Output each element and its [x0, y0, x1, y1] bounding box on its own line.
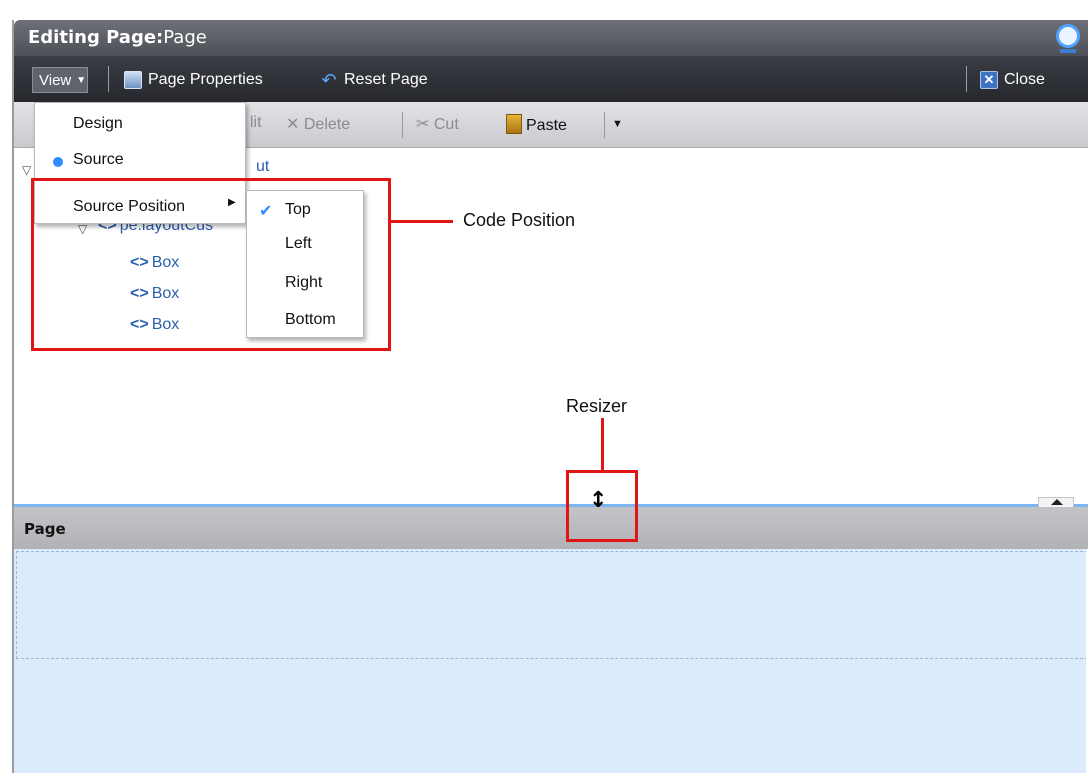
- page-panel-title: Page: [24, 520, 66, 538]
- delete-button[interactable]: ✕ Delete: [286, 114, 350, 134]
- reset-page-label: Reset Page: [344, 71, 428, 88]
- page-drop-zone[interactable]: [16, 551, 1088, 659]
- reset-icon: ↶: [321, 70, 337, 90]
- menu-item-design[interactable]: Design: [73, 115, 123, 133]
- tree-collapse-icon[interactable]: ▽: [22, 163, 31, 177]
- page-properties-button[interactable]: Page Properties: [124, 67, 263, 93]
- toolbar-divider: [108, 66, 109, 92]
- oracle-logo-icon: [1056, 24, 1080, 53]
- paste-label: Paste: [526, 117, 567, 134]
- title-bar: Editing Page:Page: [14, 20, 1088, 56]
- page-properties-icon: [124, 71, 142, 89]
- radio-selected-icon: [53, 157, 63, 167]
- toolbar-divider: [966, 66, 967, 92]
- code-position-callout: Code Position: [463, 210, 576, 230]
- code-position-highlight: [31, 178, 391, 351]
- editor-window: Editing Page:Page View ▼ Page Properties …: [0, 0, 1090, 773]
- toolbar-divider: [402, 112, 403, 138]
- paste-icon: [506, 114, 522, 134]
- code-position-leader-line: [391, 220, 453, 223]
- resize-icon[interactable]: ↕: [589, 483, 607, 519]
- page-panel-header: Page: [14, 507, 1088, 549]
- page-panel-right-edge: [1086, 549, 1088, 773]
- reset-page-button[interactable]: ↶ Reset Page: [320, 67, 428, 93]
- edit-button[interactable]: lit: [250, 114, 262, 132]
- toolbar-divider: [604, 112, 605, 138]
- more-dropdown-chevron-icon[interactable]: ▼: [612, 118, 623, 130]
- collapse-up-icon[interactable]: [1038, 497, 1074, 507]
- resizer-leader-line: [601, 418, 604, 470]
- tree-root-label[interactable]: ut: [256, 158, 269, 176]
- delete-icon: ✕: [286, 116, 304, 133]
- close-button[interactable]: ✕ Close: [980, 67, 1045, 93]
- resizer-callout: Resizer: [566, 396, 628, 416]
- view-button-label: View: [39, 71, 72, 89]
- page-properties-label: Page Properties: [148, 71, 263, 88]
- delete-label: Delete: [303, 116, 351, 133]
- paste-button[interactable]: Paste: [506, 114, 567, 135]
- title-page-name: Page: [163, 27, 207, 48]
- title-prefix: Editing Page:: [28, 27, 164, 48]
- cut-label: Cut: [433, 116, 459, 133]
- close-icon: ✕: [980, 71, 998, 89]
- chevron-down-icon: ▼: [76, 74, 87, 86]
- close-label: Close: [1004, 71, 1045, 88]
- cut-icon: ✂: [416, 116, 434, 133]
- menu-item-source[interactable]: Source: [73, 151, 124, 169]
- view-menu-button[interactable]: View ▼: [32, 67, 88, 93]
- cut-button[interactable]: ✂ Cut: [416, 114, 459, 134]
- main-toolbar: View ▼ Page Properties ↶ Reset Page ✕ Clo…: [14, 56, 1088, 102]
